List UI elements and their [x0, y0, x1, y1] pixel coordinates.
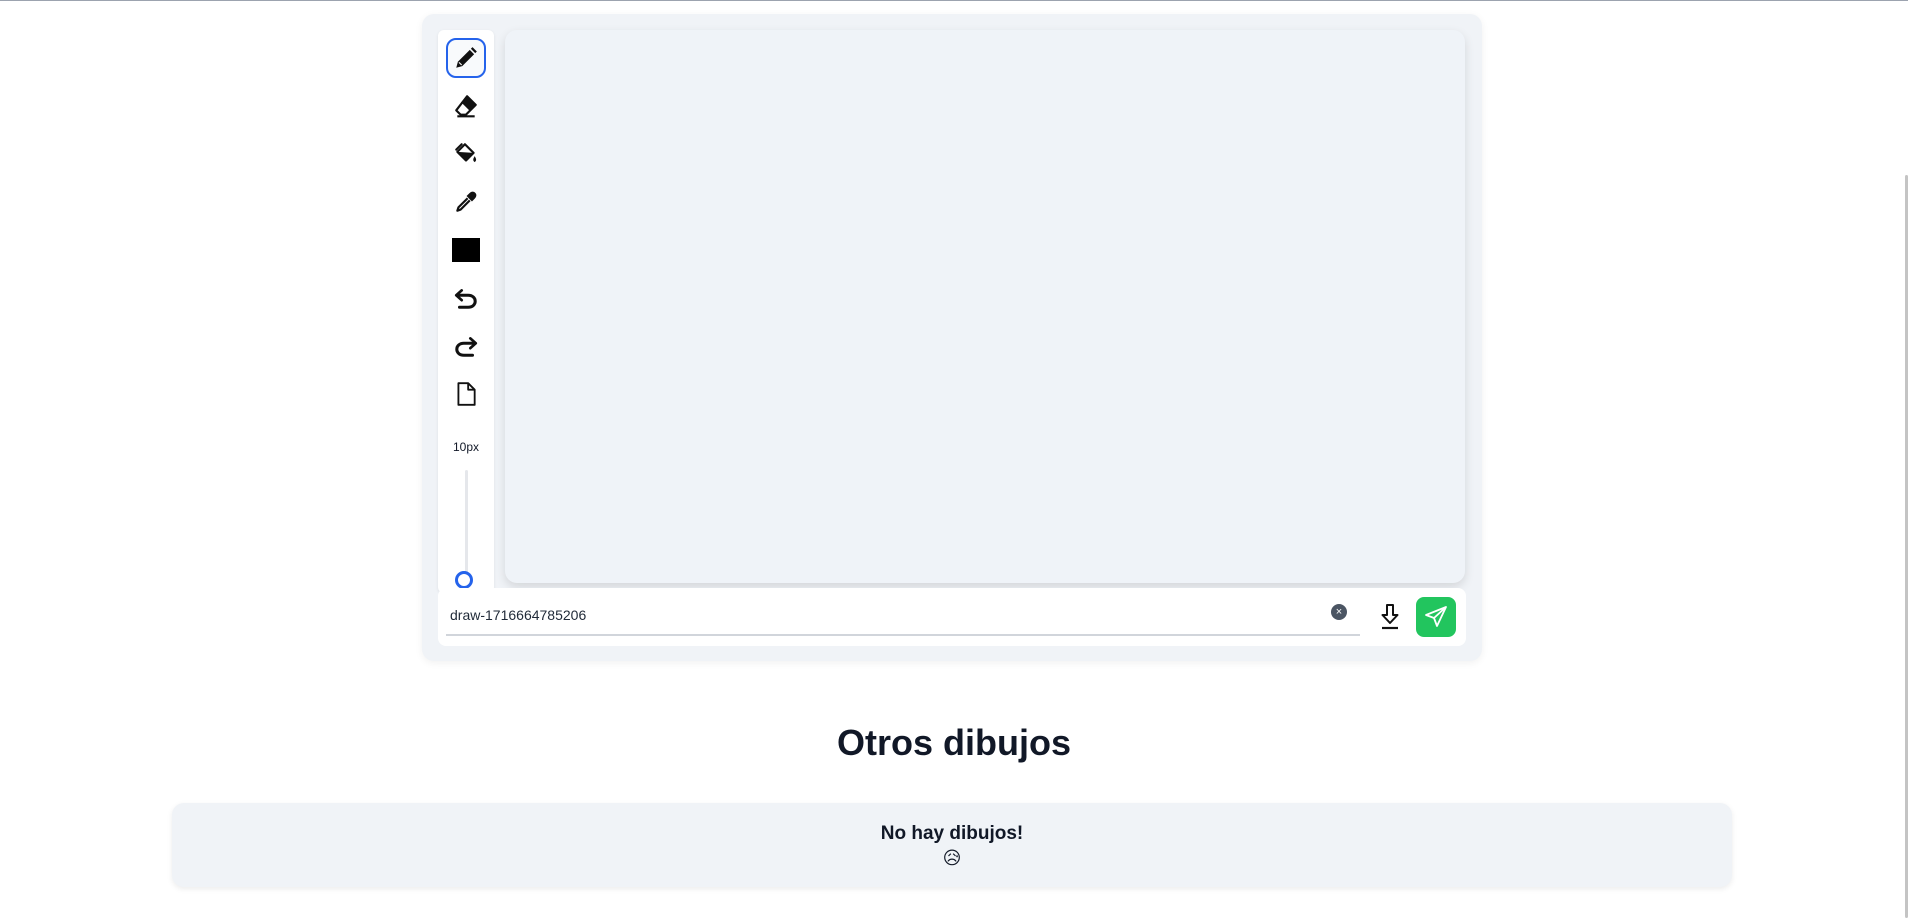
empty-state-title: No hay dibujos!: [880, 823, 1024, 844]
pencil-tool-button[interactable]: [446, 38, 486, 78]
redo-button[interactable]: [446, 326, 486, 366]
color-picker-button[interactable]: [446, 230, 486, 270]
paint-bucket-icon: [455, 143, 477, 163]
brush-size-label: 10px: [452, 440, 480, 454]
undo-button[interactable]: [446, 278, 486, 318]
filename-input[interactable]: [446, 596, 1360, 636]
send-icon: [1425, 606, 1447, 627]
gallery-title: Otros dibujos: [837, 722, 1071, 763]
eraser-tool-button[interactable]: [446, 86, 486, 126]
sad-face-icon: 😥: [942, 848, 962, 868]
clear-filename-button[interactable]: ×: [1331, 604, 1347, 620]
download-icon: [1381, 604, 1399, 630]
eraser-icon: [455, 95, 477, 118]
brush-size-slider-thumb[interactable]: [455, 571, 473, 589]
color-swatch: [452, 238, 480, 262]
eyedropper-tool-button[interactable]: [446, 182, 486, 222]
drawing-canvas[interactable]: [505, 30, 1465, 583]
filename-bar: ×: [438, 588, 1466, 646]
close-icon: ×: [1335, 605, 1343, 618]
send-button[interactable]: [1416, 597, 1456, 637]
eyedropper-icon: [456, 191, 477, 212]
undo-icon: [454, 289, 477, 309]
drawing-editor: 10px ×: [422, 14, 1482, 661]
pencil-icon: [456, 47, 477, 68]
fill-tool-button[interactable]: [446, 134, 486, 174]
tool-sidebar: 10px: [438, 30, 494, 593]
new-file-icon: [457, 382, 476, 406]
gallery-empty-state: No hay dibujos! 😥: [172, 803, 1732, 887]
download-button[interactable]: [1375, 600, 1405, 634]
redo-icon: [455, 337, 478, 357]
top-border: [0, 0, 1908, 1]
brush-size-slider-track[interactable]: [465, 470, 468, 582]
new-drawing-button[interactable]: [446, 374, 486, 414]
